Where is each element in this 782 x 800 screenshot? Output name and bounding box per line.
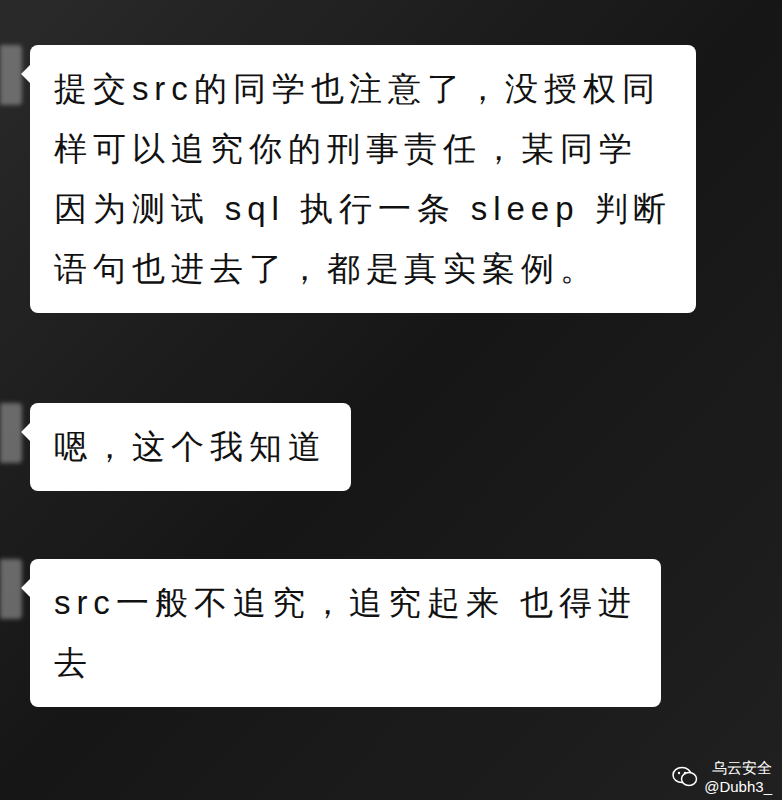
message-text: src一般不追究，追究起来 也得进	[54, 573, 637, 633]
blurred-avatar	[0, 45, 22, 105]
message-text: 样可以追究你的刑事责任，某同学	[54, 119, 672, 179]
message-bubble[interactable]: src一般不追究，追究起来 也得进去	[30, 559, 661, 707]
message-text: 提交src的同学也注意了，没授权同	[54, 59, 672, 119]
watermark-handle: @Dubh3_	[704, 777, 772, 796]
watermark: 乌云安全@Dubh3_	[672, 758, 772, 796]
message-text: 去	[54, 633, 637, 693]
message-row: src一般不追究，追究起来 也得进去	[0, 559, 782, 707]
blurred-avatar	[0, 403, 22, 463]
message-row: 嗯，这个我知道	[0, 403, 782, 491]
message-bubble[interactable]: 嗯，这个我知道	[30, 403, 351, 491]
blurred-avatar	[0, 559, 22, 619]
message-text: 因为测试 sql 执行一条 sleep 判断	[54, 179, 672, 239]
message-row: 提交src的同学也注意了，没授权同样可以追究你的刑事责任，某同学因为测试 sql…	[0, 45, 782, 313]
message-bubble[interactable]: 提交src的同学也注意了，没授权同样可以追究你的刑事责任，某同学因为测试 sql…	[30, 45, 696, 313]
watermark-account: 乌云安全	[712, 758, 772, 777]
message-text: 嗯，这个我知道	[54, 417, 327, 477]
chat-screen: 提交src的同学也注意了，没授权同样可以追究你的刑事责任，某同学因为测试 sql…	[0, 0, 782, 800]
message-text: 语句也进去了，都是真实案例。	[54, 239, 672, 299]
wechat-icon	[672, 766, 698, 788]
